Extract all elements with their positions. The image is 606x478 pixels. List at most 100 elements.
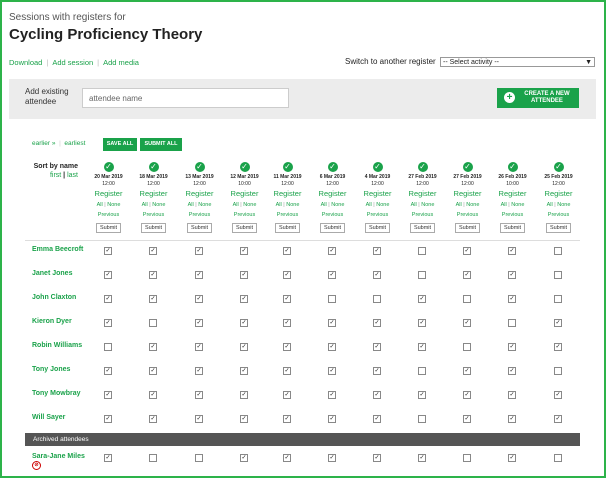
attendance-checkbox[interactable]: ✓ <box>373 247 381 255</box>
attendance-checkbox[interactable]: ✓ <box>554 343 562 351</box>
add-media-link[interactable]: Add media <box>103 58 139 67</box>
select-all-link[interactable]: All <box>276 202 282 208</box>
select-none-link[interactable]: None <box>557 202 570 208</box>
register-link[interactable]: Register <box>177 188 222 199</box>
attendance-checkbox[interactable]: ✓ <box>328 343 336 351</box>
select-none-link[interactable]: None <box>152 202 165 208</box>
attendee-name[interactable]: Will Sayer <box>32 413 92 422</box>
attendance-checkbox[interactable] <box>508 319 516 327</box>
select-all-link[interactable]: All <box>501 202 507 208</box>
attendance-checkbox[interactable] <box>149 319 157 327</box>
attendance-checkbox[interactable]: ✓ <box>195 247 203 255</box>
previous-link[interactable]: Previous <box>400 211 445 220</box>
attendance-checkbox[interactable]: ✓ <box>283 271 291 279</box>
attendance-checkbox[interactable]: ✓ <box>418 295 426 303</box>
attendance-checkbox[interactable]: ✓ <box>149 343 157 351</box>
attendance-checkbox[interactable]: ✓ <box>195 319 203 327</box>
attendance-checkbox[interactable]: ✓ <box>554 415 562 423</box>
attendance-checkbox[interactable]: ✓ <box>283 415 291 423</box>
attendance-checkbox[interactable]: ✓ <box>240 454 248 462</box>
attendee-name-input[interactable]: attendee name <box>82 88 289 108</box>
attendance-checkbox[interactable]: ✓ <box>104 454 112 462</box>
earlier-link[interactable]: earlier » <box>32 140 55 147</box>
previous-link[interactable]: Previous <box>536 211 581 220</box>
select-none-link[interactable]: None <box>466 202 479 208</box>
select-none-link[interactable]: None <box>511 202 524 208</box>
attendance-checkbox[interactable]: ✓ <box>195 415 203 423</box>
register-link[interactable]: Register <box>490 188 535 199</box>
attendance-checkbox[interactable]: ✓ <box>373 415 381 423</box>
attendance-checkbox[interactable]: ✓ <box>240 343 248 351</box>
attendance-checkbox[interactable]: ✓ <box>328 367 336 375</box>
register-link[interactable]: Register <box>400 188 445 199</box>
attendance-checkbox[interactable]: ✓ <box>104 391 112 399</box>
attendance-checkbox[interactable]: ✓ <box>328 319 336 327</box>
add-session-link[interactable]: Add session <box>52 58 93 67</box>
sort-last-link[interactable]: last <box>67 172 78 179</box>
attendee-name[interactable]: Robin Williams <box>32 341 92 350</box>
attendance-checkbox[interactable]: ✓ <box>328 247 336 255</box>
submit-button[interactable]: Submit <box>140 223 167 233</box>
attendance-checkbox[interactable]: ✓ <box>104 271 112 279</box>
select-all-link[interactable]: All <box>366 202 372 208</box>
attendance-checkbox[interactable]: ✓ <box>149 247 157 255</box>
attendance-checkbox[interactable]: ✓ <box>149 271 157 279</box>
attendance-checkbox[interactable] <box>418 367 426 375</box>
attendance-checkbox[interactable] <box>554 295 562 303</box>
save-all-button[interactable]: SAVE ALL <box>103 138 137 151</box>
attendee-name[interactable]: Tony Mowbray <box>32 389 92 398</box>
attendance-checkbox[interactable]: ✓ <box>283 391 291 399</box>
select-all-link[interactable]: All <box>142 202 148 208</box>
attendance-checkbox[interactable]: ✓ <box>508 295 516 303</box>
attendance-checkbox[interactable]: ✓ <box>418 319 426 327</box>
attendance-checkbox[interactable] <box>195 454 203 462</box>
submit-button[interactable]: Submit <box>95 223 122 233</box>
attendance-checkbox[interactable]: ✓ <box>508 391 516 399</box>
attendee-name[interactable]: Janet Jones <box>32 269 92 278</box>
submit-all-button[interactable]: SUBMIT ALL <box>140 138 182 151</box>
select-all-link[interactable]: All <box>233 202 239 208</box>
submit-button[interactable]: Submit <box>274 223 301 233</box>
attendance-checkbox[interactable] <box>373 295 381 303</box>
attendance-checkbox[interactable] <box>104 343 112 351</box>
attendance-checkbox[interactable]: ✓ <box>149 367 157 375</box>
select-none-link[interactable]: None <box>376 202 389 208</box>
select-all-link[interactable]: All <box>97 202 103 208</box>
attendance-checkbox[interactable]: ✓ <box>508 247 516 255</box>
attendance-checkbox[interactable] <box>328 295 336 303</box>
attendance-checkbox[interactable]: ✓ <box>373 367 381 375</box>
attendance-checkbox[interactable]: ✓ <box>283 454 291 462</box>
submit-button[interactable]: Submit <box>231 223 258 233</box>
attendance-checkbox[interactable]: ✓ <box>463 391 471 399</box>
attendee-name[interactable]: Emma Beecroft <box>32 245 92 254</box>
sort-first-link[interactable]: first <box>50 172 61 179</box>
attendance-checkbox[interactable]: ✓ <box>149 415 157 423</box>
select-all-link[interactable]: All <box>321 202 327 208</box>
attendance-checkbox[interactable]: ✓ <box>195 271 203 279</box>
register-link[interactable]: Register <box>355 188 400 199</box>
attendance-checkbox[interactable]: ✓ <box>373 343 381 351</box>
attendance-checkbox[interactable]: ✓ <box>240 391 248 399</box>
attendance-checkbox[interactable]: ✓ <box>328 415 336 423</box>
previous-link[interactable]: Previous <box>310 211 355 220</box>
attendance-checkbox[interactable] <box>418 271 426 279</box>
attendance-checkbox[interactable] <box>418 247 426 255</box>
attendance-checkbox[interactable]: ✓ <box>508 415 516 423</box>
select-none-link[interactable]: None <box>421 202 434 208</box>
attendance-checkbox[interactable]: ✓ <box>240 415 248 423</box>
register-link[interactable]: Register <box>445 188 490 199</box>
attendance-checkbox[interactable]: ✓ <box>195 391 203 399</box>
attendance-checkbox[interactable]: ✓ <box>418 391 426 399</box>
previous-link[interactable]: Previous <box>355 211 400 220</box>
attendance-checkbox[interactable]: ✓ <box>240 271 248 279</box>
attendance-checkbox[interactable]: ✓ <box>508 367 516 375</box>
register-link[interactable]: Register <box>265 188 310 199</box>
attendance-checkbox[interactable]: ✓ <box>240 367 248 375</box>
attendance-checkbox[interactable]: ✓ <box>373 319 381 327</box>
activity-select[interactable]: -- Select activity -- ▼ <box>440 57 595 67</box>
select-all-link[interactable]: All <box>411 202 417 208</box>
attendance-checkbox[interactable]: ✓ <box>104 295 112 303</box>
attendance-checkbox[interactable]: ✓ <box>328 454 336 462</box>
attendance-checkbox[interactable] <box>463 343 471 351</box>
attendance-checkbox[interactable]: ✓ <box>508 271 516 279</box>
